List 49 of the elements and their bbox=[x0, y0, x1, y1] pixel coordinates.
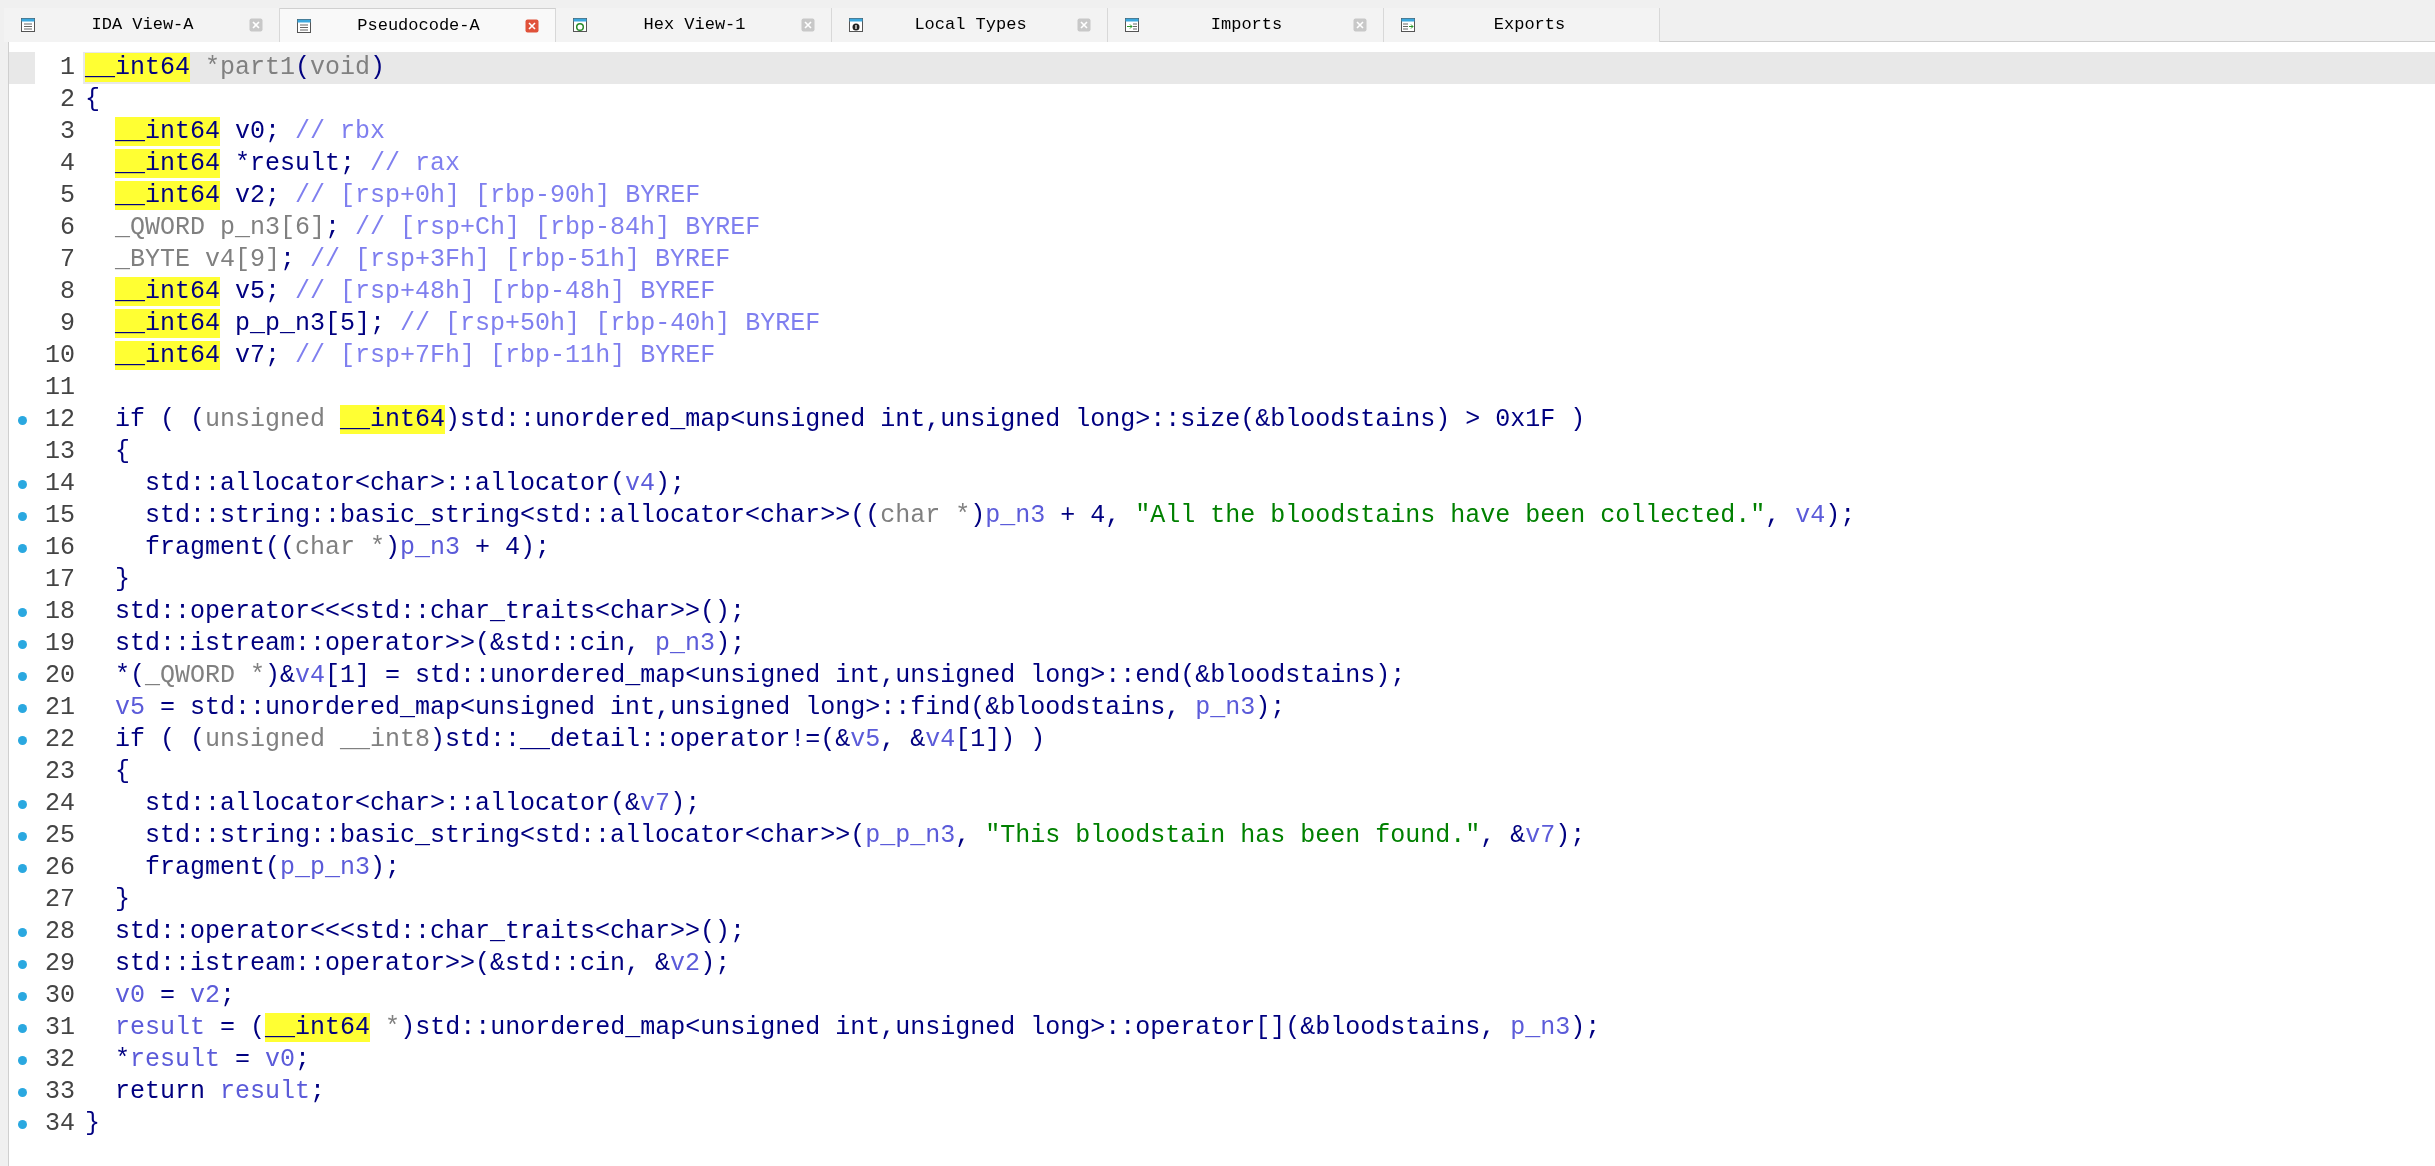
code-line: std::string::basic_string<std::allocator<char>>((char *)p_n3 + 4, "All the bloodstains have been collected.", v4); bbox=[144, 500, 1856, 533]
close-icon[interactable] bbox=[249, 18, 263, 32]
info-window-icon bbox=[848, 17, 864, 33]
code-line: std::istream::operator>>(&std::cin, p_n3); bbox=[114, 628, 746, 661]
code-line: if ( (unsigned __int64)std::unordered_map<unsigned int,unsigned long>::size(&bloodstains) > 0x1F ) bbox=[114, 404, 1586, 437]
tab[interactable]: Hex View-1 bbox=[556, 8, 832, 42]
tab[interactable]: Exports bbox=[1384, 8, 1660, 42]
code-line: *result = v0; bbox=[114, 1044, 311, 1077]
code-line: { bbox=[84, 84, 100, 117]
code-line: __int64 *result; // rax bbox=[114, 148, 461, 181]
tab[interactable]: Imports bbox=[1108, 8, 1384, 42]
code-line: __int64 v0; // rbx bbox=[114, 116, 386, 149]
import-window-icon bbox=[1124, 17, 1140, 33]
window-icon bbox=[572, 17, 588, 33]
code-line: { bbox=[114, 436, 131, 469]
code-line: std::allocator<char>::allocator(v4); bbox=[144, 468, 686, 501]
code-line: __int64 v7; // [rsp+7Fh] [rbp-11h] BYREF bbox=[114, 340, 716, 373]
close-icon[interactable] bbox=[525, 18, 539, 33]
list-window-icon bbox=[296, 17, 312, 34]
code-line: __int64 *part1(void) bbox=[84, 52, 386, 85]
code-line: std::string::basic_string<std::allocator<char>>(p_p_n3, "This bloodstain has been found.", &v7); bbox=[144, 820, 1586, 853]
tab[interactable]: Local Types bbox=[832, 8, 1108, 42]
list-window-icon bbox=[20, 17, 36, 33]
code-line: v0 = v2; bbox=[114, 980, 236, 1013]
close-icon[interactable] bbox=[1077, 18, 1091, 32]
code-line: v5 = std::unordered_map<unsigned int,unsigned long>::find(&bloodstains, p_n3); bbox=[114, 692, 1286, 725]
code-line: { bbox=[114, 756, 131, 789]
code-line: } bbox=[114, 564, 131, 597]
code-line: __int64 v5; // [rsp+48h] [rbp-48h] BYREF bbox=[114, 276, 716, 309]
close-icon[interactable] bbox=[1353, 18, 1367, 32]
code-line: __int64 v2; // [rsp+0h] [rbp-90h] BYREF bbox=[114, 180, 701, 213]
code-line: if ( (unsigned __int8)std::__detail::operator!=(&v5, &v4[1]) ) bbox=[114, 724, 1046, 757]
code-line: std::istream::operator>>(&std::cin, &v2); bbox=[114, 948, 731, 981]
code-line: } bbox=[84, 1108, 100, 1141]
code-line: __int64 p_p_n3[5]; // [rsp+50h] [rbp-40h] BYREF bbox=[114, 308, 821, 341]
code-line: _QWORD p_n3[6]; // [rsp+Ch] [rbp-84h] BYREF bbox=[114, 212, 761, 245]
code-line: return result; bbox=[114, 1076, 326, 1109]
code-line: std::allocator<char>::allocator(&v7); bbox=[144, 788, 701, 821]
tab[interactable]: Pseudocode-A bbox=[280, 8, 556, 42]
close-icon[interactable] bbox=[801, 18, 815, 32]
tab[interactable]: IDA View-A bbox=[4, 8, 280, 42]
code-line: } bbox=[114, 884, 131, 917]
code-line: fragment(p_p_n3); bbox=[144, 852, 401, 885]
code-line: _BYTE v4[9]; // [rsp+3Fh] [rbp-51h] BYREF bbox=[114, 244, 731, 277]
code-line: std::operator<<<std::char_traits<char>>(); bbox=[114, 916, 746, 949]
code-line: std::operator<<<std::char_traits<char>>(); bbox=[114, 596, 746, 629]
code-line: *(_QWORD *)&v4[1] = std::unordered_map<unsigned int,unsigned long>::end(&bloodstains); bbox=[114, 660, 1406, 693]
code-line: fragment((char *)p_n3 + 4); bbox=[144, 532, 551, 565]
export-window-icon bbox=[1400, 17, 1416, 33]
